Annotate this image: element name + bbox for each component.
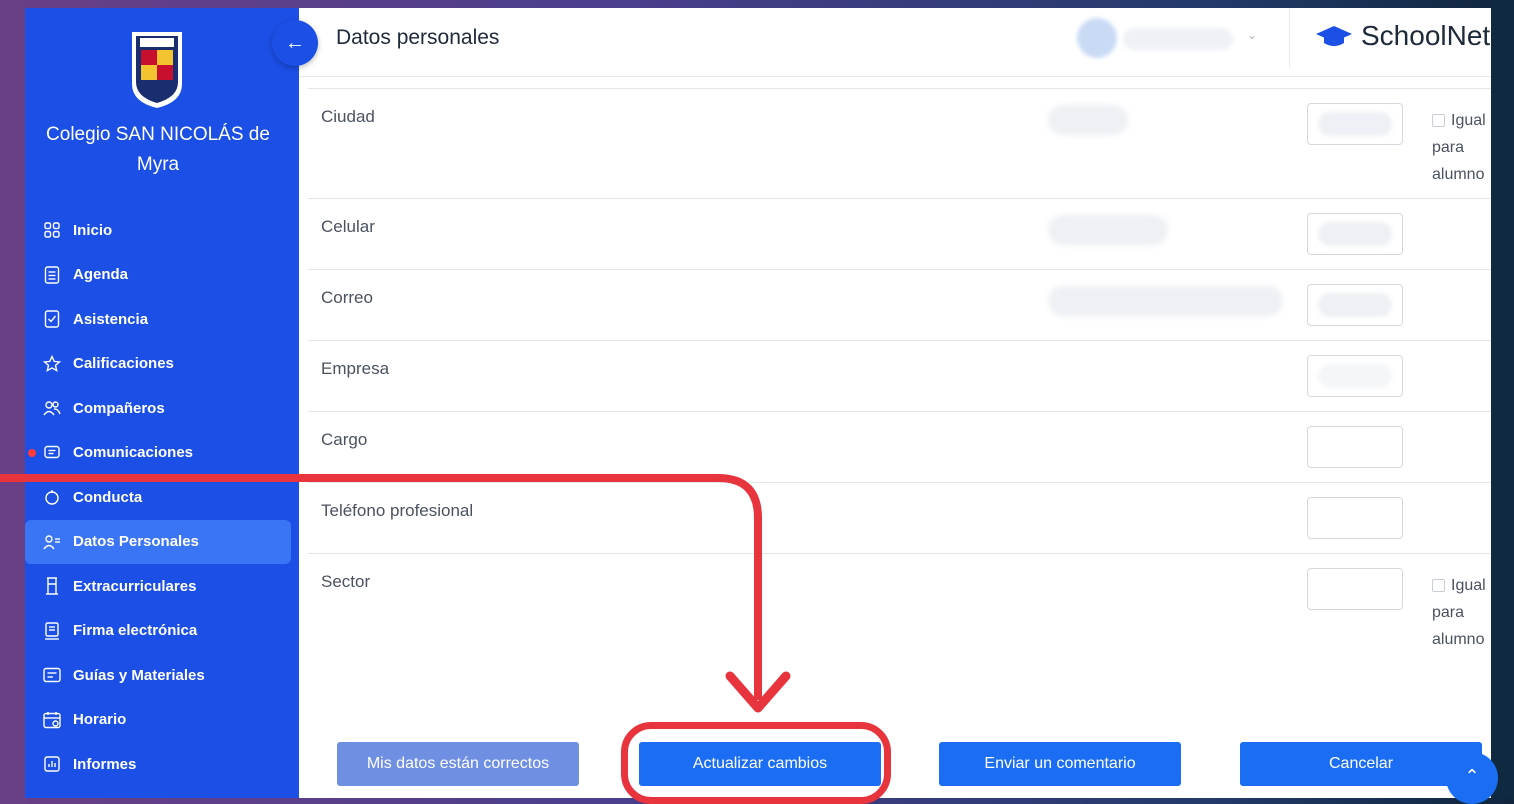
annotation-highlight-circle — [621, 722, 891, 804]
annotation-arrow — [0, 474, 791, 713]
scroll-to-top-button[interactable]: ⌃ — [1446, 752, 1498, 804]
chevron-up-icon: ⌃ — [1464, 766, 1480, 786]
